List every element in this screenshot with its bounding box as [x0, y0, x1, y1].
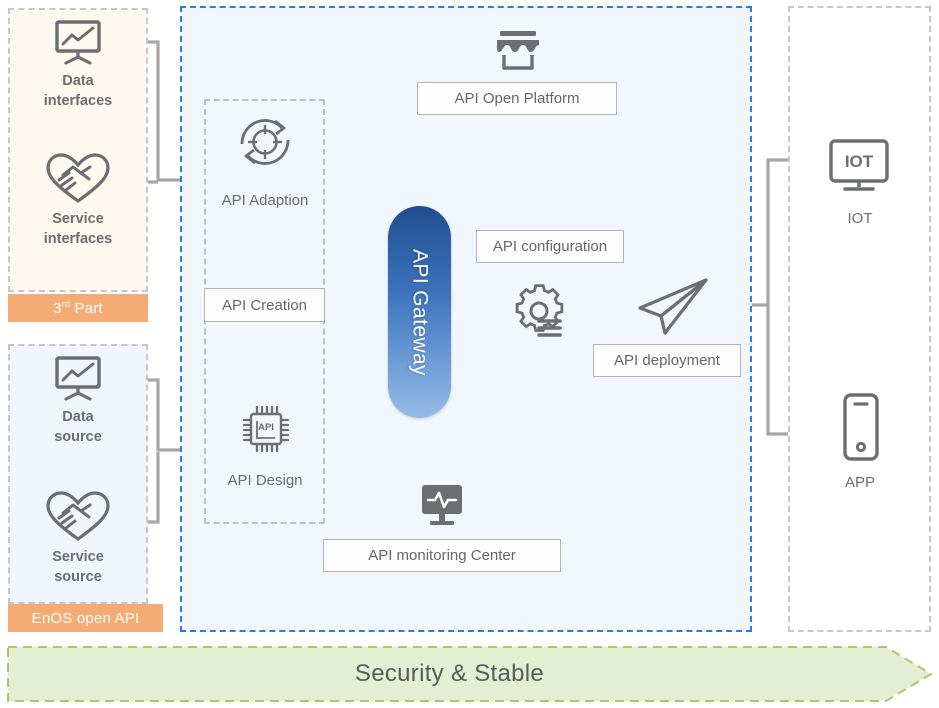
third-party-band-label: 3rd Part: [53, 299, 103, 317]
presentation-chart-icon: [48, 18, 108, 66]
handshake-heart-icon: [45, 152, 111, 204]
api-gateway-label: API Gateway: [408, 248, 432, 376]
paper-plane-icon: [634, 276, 714, 342]
storefront-icon: [492, 28, 544, 76]
api-monitoring-center-box[interactable]: API monitoring Center: [323, 539, 561, 572]
source-item-label: Data interfaces: [43, 73, 113, 109]
output-item-iot[interactable]: IOT IOT: [818, 138, 902, 238]
enos-band-label: EnOS open API: [31, 609, 140, 627]
api-design-label: API Design: [227, 472, 303, 489]
security-banner: Security & Stable: [6, 645, 933, 703]
api-adaption-label: API Adaption: [221, 192, 309, 209]
chip-api-icon: API: [237, 400, 295, 460]
source-item-service-source[interactable]: Service source: [18, 490, 138, 587]
enos-band: EnOS open API: [8, 604, 163, 632]
monitor-iot-icon: IOT: [826, 138, 892, 194]
api-deployment-box[interactable]: API deployment: [593, 344, 741, 377]
api-gateway-node[interactable]: API Gateway: [388, 206, 451, 418]
svg-text:API: API: [258, 422, 274, 433]
monitor-pulse-icon: [418, 481, 466, 529]
security-banner-label: Security & Stable: [354, 660, 545, 687]
handshake-heart-icon: [45, 490, 111, 542]
svg-text:IOT: IOT: [845, 152, 874, 171]
api-design-node[interactable]: API API Design: [215, 400, 315, 500]
source-item-label: Service interfaces: [43, 211, 113, 247]
source-item-label: Service source: [52, 549, 104, 585]
source-item-label: Data source: [54, 409, 102, 445]
output-item-label: APP: [844, 474, 875, 491]
source-item-service-interfaces[interactable]: Service interfaces: [18, 152, 138, 249]
third-party-band: 3rd Part: [8, 294, 148, 322]
diagram-canvas: 3rd Part Data interfaces Service interfa…: [0, 0, 939, 708]
smartphone-icon: [840, 392, 882, 466]
presentation-chart-icon: [48, 354, 108, 402]
output-item-label: IOT: [847, 210, 873, 227]
target-refresh-icon: [233, 110, 297, 174]
api-adaption-node[interactable]: API Adaption: [215, 110, 315, 210]
source-item-data-source[interactable]: Data source: [18, 354, 138, 447]
source-item-data-interfaces[interactable]: Data interfaces: [18, 18, 138, 111]
gear-settings-icon: [512, 283, 572, 343]
consumers-panel: [788, 6, 931, 632]
api-configuration-box[interactable]: API configuration: [476, 230, 624, 263]
api-creation-box[interactable]: API Creation: [204, 288, 325, 322]
api-open-platform-box[interactable]: API Open Platform: [417, 82, 617, 115]
output-item-app[interactable]: APP: [818, 392, 902, 502]
